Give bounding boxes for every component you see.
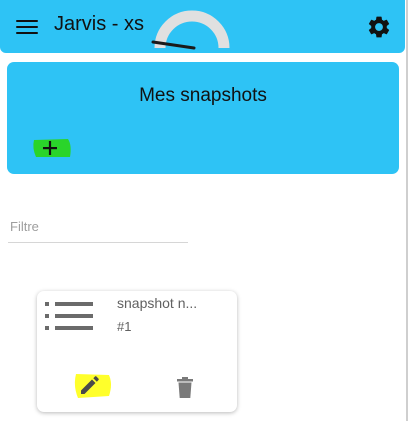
app-bar: Jarvis - xs <box>0 0 405 53</box>
menu-icon-line <box>16 20 38 22</box>
filter-field <box>8 210 188 244</box>
edit-snapshot-button[interactable] <box>73 372 113 400</box>
snapshot-name: snapshot n... <box>117 295 198 311</box>
filter-input[interactable] <box>8 210 188 243</box>
window-edge <box>406 0 408 421</box>
menu-button[interactable] <box>14 16 40 36</box>
menu-icon-line <box>16 26 38 28</box>
add-snapshot-button[interactable] <box>32 137 72 159</box>
delete-snapshot-button[interactable] <box>175 377 195 399</box>
app-title: Jarvis - xs <box>54 13 144 35</box>
settings-button[interactable] <box>366 14 392 40</box>
plus-icon <box>33 139 71 157</box>
trash-icon <box>177 377 193 398</box>
snapshots-panel: Mes snapshots <box>7 62 399 174</box>
panel-title: Mes snapshots <box>139 85 267 106</box>
gauge-icon <box>151 10 230 50</box>
gear-icon <box>368 16 390 38</box>
list-icon <box>45 302 93 330</box>
snapshot-card[interactable]: snapshot n... #1 <box>37 291 237 412</box>
menu-icon-line <box>16 32 38 34</box>
snapshot-number: #1 <box>117 319 132 334</box>
pencil-icon <box>74 374 111 398</box>
